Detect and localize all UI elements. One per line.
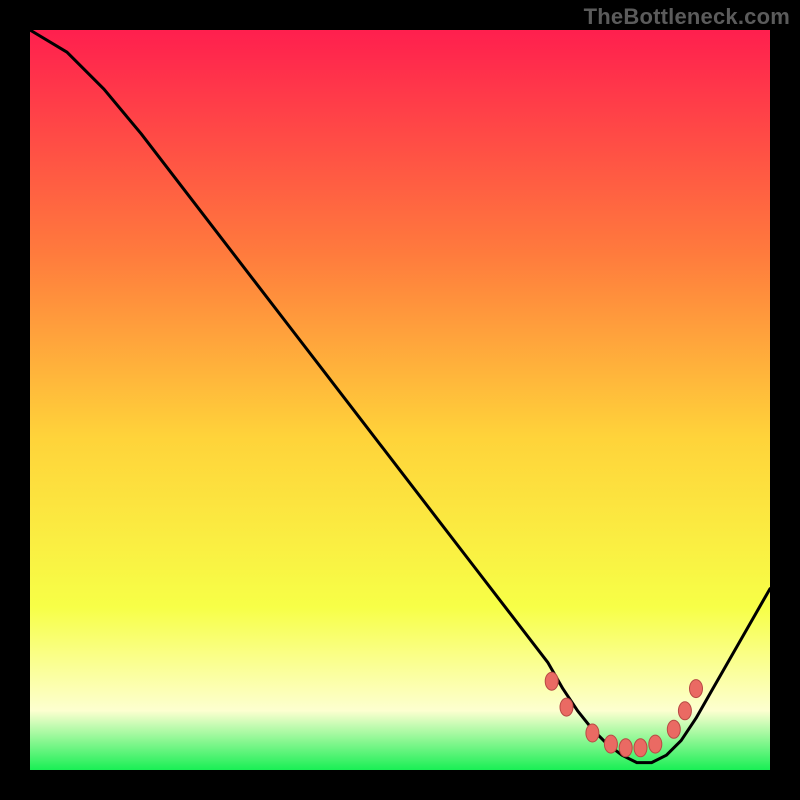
plot-background [30,30,770,770]
watermark-text: TheBottleneck.com [584,4,790,30]
optimal-dot [649,735,662,753]
optimal-dot [604,735,617,753]
optimal-dot [678,702,691,720]
bottleneck-chart [0,0,800,800]
optimal-dot [634,739,647,757]
optimal-dot [560,698,573,716]
chart-frame: TheBottleneck.com [0,0,800,800]
optimal-dot [667,720,680,738]
optimal-dot [545,672,558,690]
optimal-dot [690,680,703,698]
optimal-dot [619,739,632,757]
optimal-dot [586,724,599,742]
